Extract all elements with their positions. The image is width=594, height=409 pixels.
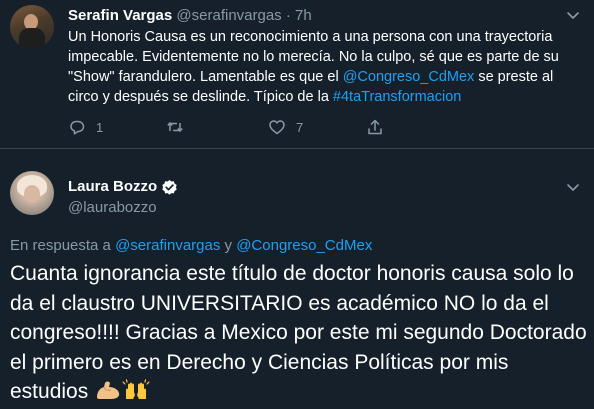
avatar-serafin[interactable] [10,5,54,49]
author-name-row: Laura Bozzo [68,177,178,197]
tweet-serafin: Serafin Vargas @serafinvargas · 7h Un Ho… [0,0,594,147]
tweet-divider [0,148,594,149]
avatar-person-body [19,28,45,49]
avatar-face [24,185,40,203]
hashtag-link[interactable]: #4taTransformacion [333,89,461,105]
flexed-biceps-emoji [97,381,120,399]
verified-badge-icon [162,179,177,195]
author-name[interactable]: Serafin Vargas [68,7,172,24]
reply-prefix: En respuesta a [10,237,116,254]
retweet-icon [167,121,183,133]
tweet-text: Un Honoris Causa es un reconocimiento a … [68,27,568,107]
mention-link[interactable]: @Congreso_CdMex [343,69,475,85]
author-handle[interactable]: @serafinvargas [176,7,281,24]
like-icon [269,120,285,135]
tweet-time[interactable]: 7h [295,7,312,24]
reply-mention-congreso[interactable]: @Congreso_CdMex [236,237,372,254]
reply-button[interactable]: 1 [68,118,103,136]
chevron-down-icon[interactable] [564,178,582,196]
tweet-actions: 1 7 [68,118,468,138]
tweet-text-main: Cuanta ignorancia este título de doctor … [10,259,588,407]
reply-and: y [220,237,237,254]
reply-icon [70,120,85,135]
like-button[interactable]: 7 [268,118,303,136]
reply-mention-serafin[interactable]: @serafinvargas [115,237,220,254]
reply-context: En respuesta a @serafinvargas y @Congres… [10,236,372,256]
avatar-laura[interactable] [10,171,54,215]
raising-hands-emoji [122,379,150,399]
author-handle[interactable]: @laurabozzo [68,198,157,218]
separator-dot: · [285,7,291,24]
share-button[interactable] [366,118,384,136]
tweet-header: Serafin Vargas @serafinvargas · 7h [68,6,312,26]
chevron-down-icon[interactable] [564,6,582,24]
retweet-button[interactable] [166,118,194,136]
author-name[interactable]: Laura Bozzo [68,177,157,197]
reply-count: 1 [96,119,104,135]
share-icon [368,119,382,135]
like-count: 7 [296,119,304,135]
